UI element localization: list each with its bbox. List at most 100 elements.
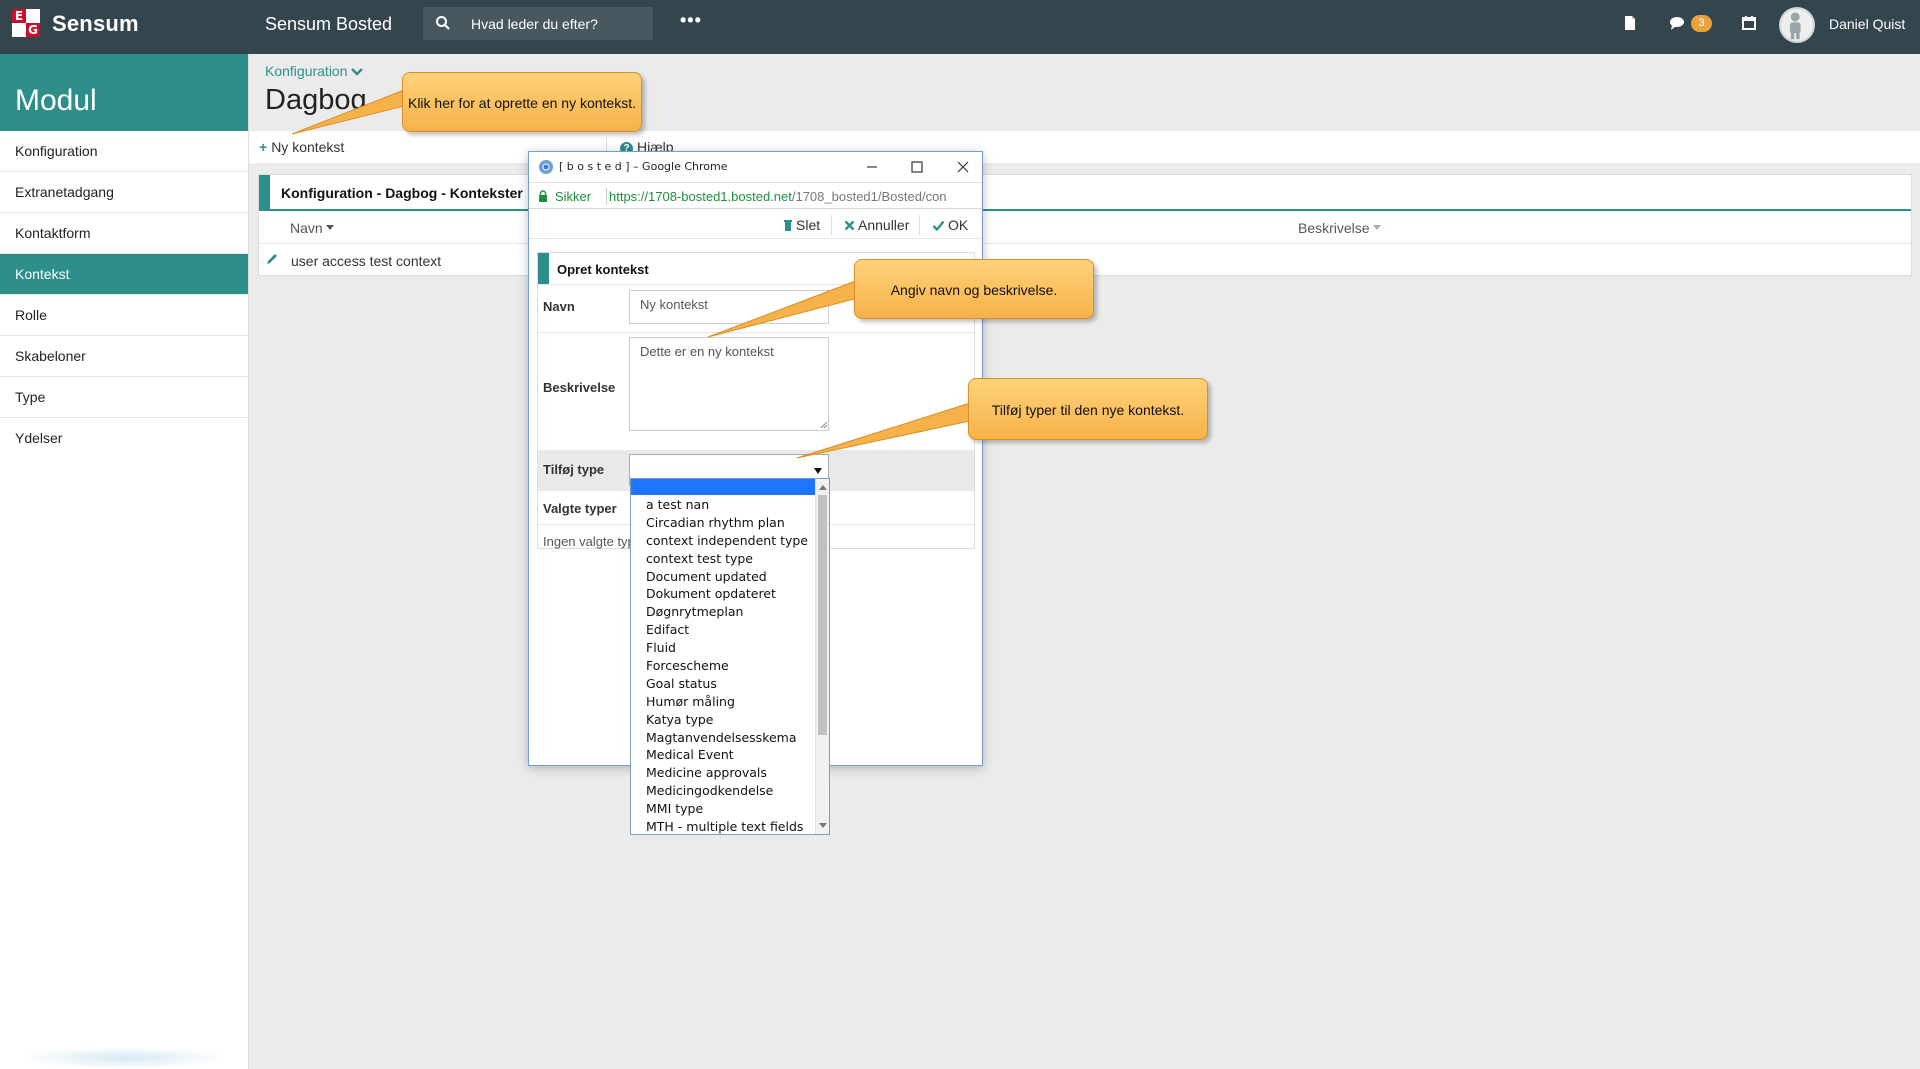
document-icon[interactable] [1622,15,1638,31]
close-icon[interactable] [954,158,972,176]
dropdown-option[interactable]: MTH - multiple text fields [631,818,815,836]
form-accent-bar [538,253,549,284]
dropdown-option[interactable]: Fluid [631,639,815,657]
dropdown-option[interactable]: Medicingodkendelse [631,782,815,800]
messages-count-badge[interactable]: 3 [1691,15,1712,32]
new-context-button[interactable]: + Ny kontekst [259,139,344,155]
sidebar-decoration [20,1047,230,1069]
avatar[interactable] [1779,7,1815,43]
url-text[interactable]: https://1708-bosted1.bosted.net/1708_bos… [609,189,981,204]
sidebar-item-type[interactable]: Type [0,377,248,418]
user-name[interactable]: Daniel Quist [1829,16,1905,32]
sidebar-item-skabeloner[interactable]: Skabeloner [0,336,248,377]
delete-button[interactable]: Slet [783,217,820,233]
sidebar: Modul Konfiguration Extranetadgang Konta… [0,54,249,1069]
row-divider [538,332,974,333]
popup-toolbar: Slet Annuller OK [529,209,982,239]
scrollbar-thumb[interactable] [818,495,827,735]
dropdown-option[interactable]: MMI type [631,800,815,818]
dropdown-option[interactable]: a test nan [631,496,815,514]
plus-icon: + [259,139,268,155]
search-box[interactable]: Hvad leder du efter? [423,7,653,40]
address-divider [606,188,607,205]
popup-titlebar[interactable]: [ b o s t e d ] – Google Chrome [529,152,982,182]
cancel-button[interactable]: Annuller [844,217,909,233]
sidebar-item-kontekst[interactable]: Kontekst [0,254,248,295]
sort-icon [325,225,334,230]
pencil-icon[interactable] [265,252,279,266]
highlighted-option[interactable] [631,479,815,495]
form-title: Opret kontekst [557,262,649,277]
scroll-down-icon[interactable] [819,823,827,828]
column-description-label: Beskrivelse [1298,220,1370,236]
name-input[interactable]: Ny kontekst [629,290,829,324]
sidebar-title: Modul [0,54,248,131]
sidebar-item-konfiguration[interactable]: Konfiguration [0,131,248,172]
panel-header: Konfiguration - Dagbog - Kontekster [259,175,1911,211]
dropdown-option[interactable]: context test type [631,550,815,568]
dropdown-option[interactable]: Forcescheme [631,657,815,675]
dropdown-option[interactable]: Katya type [631,711,815,729]
app-name[interactable]: Sensum Bosted [265,14,392,35]
dropdown-option[interactable]: Medicine approvals [631,764,815,782]
dropdown-option[interactable]: Døgnrytmeplan [631,603,815,621]
dropdown-scrollbar[interactable] [815,479,829,834]
chevron-down-icon [351,68,364,76]
lock-icon [539,190,547,202]
sidebar-item-rolle[interactable]: Rolle [0,295,248,336]
check-icon [932,220,945,232]
toolbar-divider [831,215,832,235]
more-menu-button[interactable]: ••• [680,10,702,31]
address-bar[interactable]: Sikker https://1708-bosted1.bosted.net/1… [529,182,982,209]
sidebar-item-extranetadgang[interactable]: Extranetadgang [0,172,248,213]
minimize-icon[interactable] [863,158,881,176]
top-bar: E G Sensum Sensum Bosted Hvad leder du e… [0,0,1920,54]
selected-types-label: Valgte typer [543,501,617,516]
column-header-name[interactable]: Navn [290,220,334,236]
column-header-description[interactable]: Beskrivelse [1298,220,1381,236]
sort-icon [1372,225,1381,230]
eg-logo[interactable]: E G [12,9,42,39]
url-host: https://1708-bosted1.bosted.net [609,189,792,204]
name-label: Navn [543,299,575,314]
page-title: Dagbog [265,84,367,116]
url-path: /1708_bosted1/Bosted/con [791,189,947,204]
breadcrumb-label[interactable]: Konfiguration [265,63,348,79]
maximize-icon[interactable] [908,158,926,176]
dropdown-option[interactable]: Magtanvendelsesskema [631,729,815,747]
panel-accent-bar [259,175,270,209]
row-name: user access test context [291,253,442,269]
chat-icon[interactable] [1669,15,1685,31]
sidebar-item-kontaktform[interactable]: Kontaktform [0,213,248,254]
toolbar-divider [919,215,920,235]
breadcrumb[interactable]: Konfiguration [265,63,364,79]
delete-label: Slet [796,217,821,233]
no-selected-types-text: Ingen valgte typer [543,534,635,549]
dropdown-option[interactable]: Humør måling [631,693,815,711]
column-name-label: Navn [290,220,323,236]
dropdown-option[interactable]: context independent type [631,532,815,550]
user-silhouette-icon [1789,12,1801,40]
dropdown-option[interactable]: Dokument opdateret [631,585,815,603]
ok-button[interactable]: OK [932,217,968,233]
type-dropdown-list[interactable]: a test nan Circadian rhythm plan context i… [630,478,830,835]
popup-window-title: [ b o s t e d ] – Google Chrome [559,160,728,173]
scroll-up-icon[interactable] [819,485,827,490]
search-placeholder[interactable]: Hvad leder du efter? [471,16,598,32]
callout-new-context: Klik her for at oprette en ny kontekst. [402,72,642,132]
description-label: Beskrivelse [543,380,616,395]
description-textarea[interactable]: Dette er en ny kontekst [629,337,829,431]
dropdown-option[interactable]: Edifact [631,621,815,639]
dropdown-option[interactable]: Goal status [631,675,815,693]
dropdown-option[interactable]: Circadian rhythm plan [631,514,815,532]
dropdown-option[interactable]: Medical Event [631,746,815,764]
cancel-label: Annuller [858,217,910,233]
dropdown-arrow-icon [814,468,822,474]
dropdown-option[interactable]: Document updated [631,568,815,586]
search-icon [436,16,450,30]
new-context-label: Ny kontekst [271,139,345,155]
close-icon [844,220,855,231]
sidebar-item-ydelser[interactable]: Ydelser [0,418,248,459]
resize-handle-icon[interactable] [820,421,828,429]
calendar-icon[interactable] [1741,15,1757,31]
